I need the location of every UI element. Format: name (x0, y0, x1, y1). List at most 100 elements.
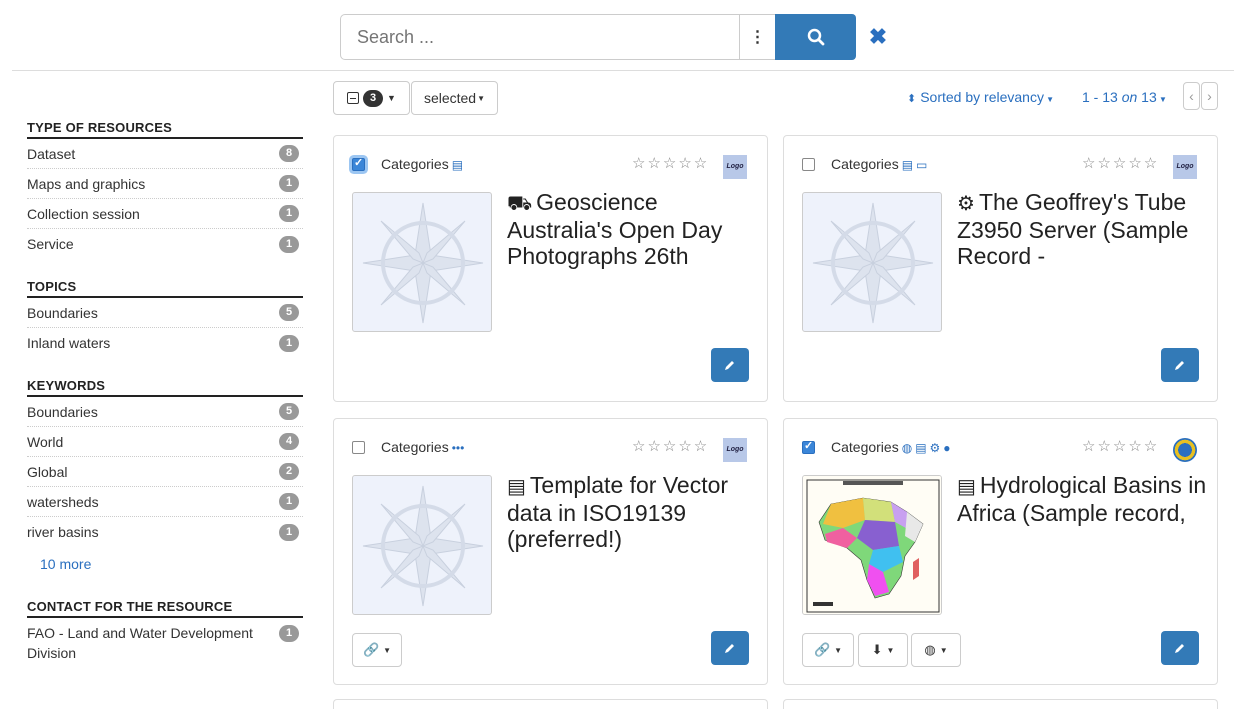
download-icon: ⬇ (871, 642, 883, 657)
truck-icon: ⛟ (507, 193, 533, 215)
record-title[interactable]: ⚙ The Geoffrey's Tube Z3950 Server (Sampl… (957, 189, 1207, 269)
facet-label: Service (27, 236, 74, 252)
globe-icon: ◍ (901, 441, 913, 455)
africa-basins-thumbnail (802, 475, 942, 615)
gear-icon: ⚙ (929, 441, 941, 455)
africa-map-image (803, 476, 941, 614)
select-checkbox[interactable] (352, 156, 365, 171)
count-badge: 1 (279, 205, 299, 222)
pager-dropdown[interactable]: 1 - 13 on 13 ▼ (1082, 89, 1167, 105)
selected-actions-dropdown[interactable]: selected ▼ (411, 81, 498, 115)
download-dropdown[interactable]: ⬇ ▼ (858, 633, 908, 667)
rating-stars[interactable]: ☆☆☆☆☆ (1082, 154, 1159, 172)
facet-title: TOPICS (27, 279, 303, 298)
facet-contact: CONTACT FOR THE RESOURCE FAO - Land and … (27, 599, 303, 666)
categories-label: Categories (381, 156, 449, 172)
facet-title: KEYWORDS (27, 378, 303, 397)
next-page-button[interactable]: › (1201, 82, 1218, 110)
facet-label: river basins (27, 524, 99, 540)
facet-label: Global (27, 463, 68, 480)
categories-label: Categories (831, 439, 899, 455)
rating-stars[interactable]: ☆☆☆☆☆ (1082, 437, 1159, 455)
categories: Categories ••• (381, 439, 464, 455)
search-options-button[interactable]: ⋮ (739, 15, 775, 59)
globe-icon: ◍ (924, 642, 936, 657)
search-box: ⋮ (340, 14, 776, 60)
select-checkbox[interactable] (802, 439, 815, 454)
select-all-dropdown[interactable]: 3 ▼ (333, 81, 410, 115)
clear-search-button[interactable]: ✖ (868, 26, 888, 48)
facet-item-boundaries[interactable]: Boundaries 5 (27, 397, 303, 427)
record-title-text: Template for Vector data in ISO19139 (pr… (507, 472, 729, 552)
sort-icon: ⬍ (907, 93, 917, 105)
placeholder-thumbnail (352, 192, 492, 332)
edit-button[interactable] (711, 631, 749, 665)
facet-label: Boundaries (27, 403, 98, 420)
count-badge: 1 (279, 523, 299, 541)
record-title[interactable]: ▤ Hydrological Basins in Africa (Sample r… (957, 472, 1207, 552)
facet-label: watersheds (27, 493, 99, 510)
categories: Categories ◍ ▤ ⚙ ● (831, 439, 951, 455)
facet-list: Boundaries 5 World 4 Global 2 watersheds 1 r… (27, 397, 303, 547)
facet-item-fao-land-water[interactable]: FAO - Land and Water Development Divisio… (27, 618, 303, 666)
edit-button[interactable] (1161, 631, 1199, 665)
edit-button[interactable] (1161, 348, 1199, 382)
database-icon: ▤ (901, 158, 914, 172)
map-dropdown[interactable]: ◍ ▼ (911, 633, 961, 667)
prev-page-button[interactable]: ‹ (1183, 82, 1200, 110)
caret-down-icon: ▼ (834, 645, 843, 655)
facet-item-world[interactable]: World 4 (27, 427, 303, 457)
pager-total: 13 (1141, 89, 1157, 105)
result-card: Categories ••• ☆☆☆☆☆ Logo ▤ Template for V… (333, 418, 768, 685)
facet-item-service[interactable]: Service 1 (27, 229, 303, 259)
ellipsis-icon: ••• (451, 441, 465, 455)
count-badge: 5 (279, 403, 299, 420)
pager-range: 1 - 13 (1082, 89, 1118, 105)
record-title[interactable]: ▤ Template for Vector data in ISO19139 (p… (507, 472, 757, 552)
categories-label: Categories (381, 439, 449, 455)
facet-label: Collection session (27, 205, 140, 222)
count-badge: 1 (279, 493, 299, 510)
link-icon: 🔗 (813, 642, 831, 657)
select-checkbox[interactable] (352, 441, 365, 454)
sort-dropdown[interactable]: ⬍ Sorted by relevancy ▼ (907, 89, 1054, 105)
links-dropdown[interactable]: 🔗 ▼ (802, 633, 854, 667)
count-badge: 1 (279, 334, 299, 352)
compass-icon (362, 202, 484, 324)
result-card: Categories▤ ☆☆☆☆☆ Logo ⛟Geoscience Austr… (333, 135, 768, 402)
select-checkbox[interactable] (802, 158, 815, 171)
facet-item-watersheds[interactable]: watersheds 1 (27, 487, 303, 517)
facet-item-collection-session[interactable]: Collection session 1 (27, 199, 303, 229)
facet-item-boundaries[interactable]: Boundaries 5 (27, 298, 303, 328)
record-title[interactable]: ⛟ Geoscience Australia's Open Day Photogr… (507, 189, 757, 269)
search-button[interactable] (775, 14, 856, 60)
result-card-partial (333, 699, 768, 709)
caret-down-icon: ▼ (1043, 95, 1055, 104)
caret-down-icon: ▼ (383, 645, 392, 655)
rating-stars[interactable]: ☆☆☆☆☆ (632, 437, 709, 455)
count-badge: 8 (279, 145, 299, 162)
facet-label: FAO - Land and Water Development Divisio… (27, 625, 253, 661)
header-divider (12, 70, 1234, 71)
count-badge: 4 (279, 433, 299, 450)
result-card-partial (783, 699, 1218, 709)
links-dropdown[interactable]: 🔗 ▼ (352, 633, 402, 667)
edit-button[interactable] (711, 348, 749, 382)
count-badge: 2 (279, 463, 299, 480)
facet-item-river-basins[interactable]: river basins 1 (27, 517, 303, 547)
categories: Categories ▤ (381, 156, 463, 172)
compass-icon (362, 485, 484, 607)
water-drop-icon: ● (943, 441, 951, 455)
count-badge: 5 (279, 304, 299, 321)
facet-item-dataset[interactable]: Dataset 8 (27, 139, 303, 169)
facet-item-inland-waters[interactable]: Inland waters 1 (27, 328, 303, 358)
facet-item-global[interactable]: Global 2 (27, 457, 303, 487)
more-keywords-link[interactable]: 10 more (27, 547, 303, 581)
search-input[interactable] (341, 15, 739, 59)
rating-stars[interactable]: ☆☆☆☆☆ (632, 154, 709, 172)
top-search-bar: ⋮ ✖ (0, 0, 1250, 71)
placeholder-thumbnail (802, 192, 942, 332)
facet-item-maps-and-graphics[interactable]: Maps and graphics 1 (27, 169, 303, 199)
facet-label: Maps and graphics (27, 175, 146, 192)
count-badge: 1 (279, 175, 299, 192)
